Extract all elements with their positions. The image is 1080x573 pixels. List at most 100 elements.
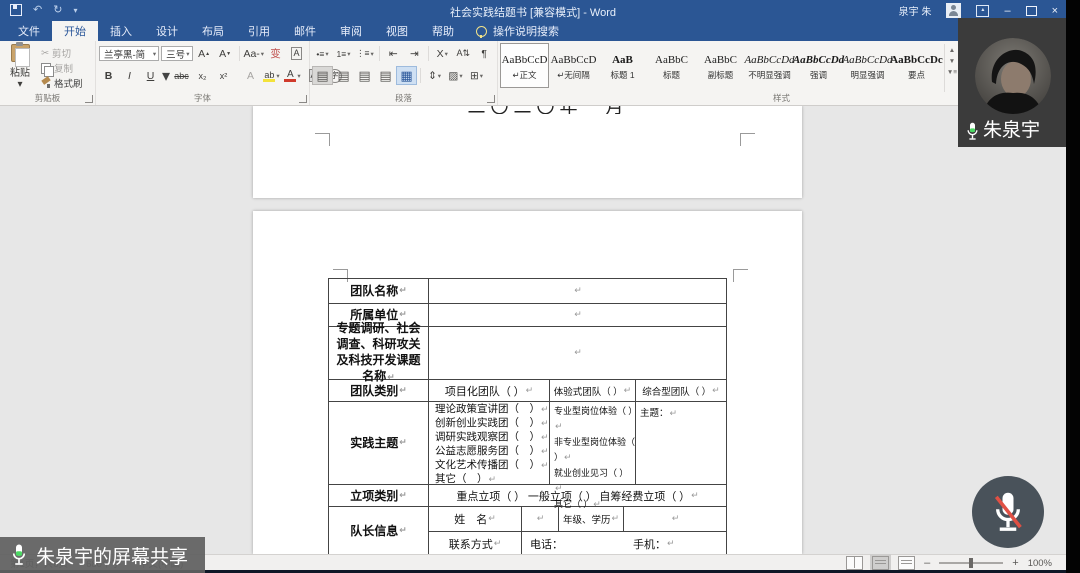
tab-view[interactable]: 视图: [374, 21, 420, 41]
style-heading1[interactable]: AaB 标题 1: [599, 44, 646, 87]
style-subtitle[interactable]: AaBbC 副标题: [697, 44, 744, 87]
document-area[interactable]: 二〇二〇年 月 团队名称↵ ↵ 所属单位↵ ↵: [0, 106, 1066, 554]
team-type-comprehensive-cell[interactable]: 综合型团队（ ）↵: [635, 380, 726, 401]
character-border-button[interactable]: A: [287, 45, 306, 62]
phonetic-guide-button[interactable]: 变: [266, 45, 285, 62]
style-subtle-emphasis[interactable]: AaBbCcDd 不明显强调: [746, 44, 793, 87]
underline-button[interactable]: U: [141, 67, 160, 84]
undo-icon[interactable]: ↶: [33, 4, 42, 16]
line-spacing-button[interactable]: ⇕▾: [425, 67, 444, 84]
tell-me-search[interactable]: 操作说明搜索: [466, 21, 569, 41]
zoom-slider-thumb[interactable]: [969, 558, 973, 568]
tab-insert[interactable]: 插入: [98, 21, 144, 41]
grow-font-button[interactable]: A▲: [195, 45, 214, 62]
distributed-button[interactable]: ▦: [397, 67, 416, 84]
ribbon-display-options-icon[interactable]: ▴: [976, 5, 989, 17]
increase-indent-button[interactable]: ⇥: [405, 45, 424, 62]
leader-name-value-cell[interactable]: ↵: [521, 507, 558, 531]
show-hide-marks-button[interactable]: ¶: [475, 45, 494, 62]
tab-file[interactable]: 文件: [6, 21, 52, 41]
bullets-button[interactable]: •≡▾: [313, 45, 332, 62]
font-color-button[interactable]: A ▾: [283, 67, 302, 84]
borders-button[interactable]: ⊞▾: [467, 67, 486, 84]
unit-cell[interactable]: ↵: [429, 304, 726, 326]
document-page-1[interactable]: 二〇二〇年 月: [253, 106, 802, 198]
tab-home[interactable]: 开始: [52, 21, 98, 41]
bold-button[interactable]: B: [99, 67, 118, 84]
practice-theme-jobs-cell[interactable]: 专业型岗位体验（ ）↵ 非专业型岗位体验（ ）↵ 就业创业见习（ ）↵ 其它（ …: [549, 402, 635, 484]
decrease-indent-button[interactable]: ⇤: [384, 45, 403, 62]
read-mode-button[interactable]: [846, 556, 863, 570]
multilevel-list-button[interactable]: ⋮≡▾: [355, 45, 375, 62]
style-strong[interactable]: AaBbCcDc 要点: [893, 44, 940, 87]
font-size-combobox[interactable]: 三号 ▾: [161, 46, 192, 61]
zoom-level[interactable]: 100%: [1028, 558, 1052, 569]
underline-dropdown-icon[interactable]: ▾: [162, 66, 170, 86]
restore-button[interactable]: [1026, 6, 1037, 16]
leader-contact-value-cell[interactable]: 电话： 手机：↵: [521, 532, 726, 554]
font-name-combobox[interactable]: 兰亭黑-简 ▾: [99, 46, 159, 61]
styles-scroll-down-icon[interactable]: ▼: [949, 58, 955, 65]
align-right-button[interactable]: ▤: [355, 67, 374, 84]
subscript-button[interactable]: x₂: [193, 67, 212, 84]
project-info-table[interactable]: 团队名称↵ ↵ 所属单位↵ ↵ 专题调研、社会调查、科研攻关及科技开发课题名称↵…: [328, 278, 727, 554]
text-effects-button[interactable]: A: [241, 67, 260, 84]
tab-review[interactable]: 审阅: [328, 21, 374, 41]
paragraph-dialog-launcher[interactable]: [487, 95, 495, 103]
minimize-button[interactable]: –: [1004, 4, 1010, 18]
print-layout-button[interactable]: [872, 556, 889, 570]
save-icon[interactable]: [10, 4, 22, 16]
team-type-project-cell[interactable]: 项目化团队（ ）↵: [429, 380, 549, 401]
web-layout-button[interactable]: [898, 556, 915, 570]
zoom-out-button[interactable]: –: [924, 557, 930, 569]
practice-theme-subject-cell[interactable]: 主题：↵: [635, 402, 726, 484]
microphone-mute-button[interactable]: [972, 476, 1044, 548]
repeat-icon[interactable]: ↻: [53, 4, 62, 16]
align-center-button[interactable]: ▤: [334, 67, 353, 84]
justify-button[interactable]: ▤: [376, 67, 395, 84]
leader-grade-value-cell[interactable]: ↵: [623, 507, 726, 531]
align-left-button[interactable]: ▤: [313, 67, 332, 84]
italic-button[interactable]: I: [120, 67, 139, 84]
account-name[interactable]: 泉宇 朱: [899, 3, 932, 18]
zoom-slider[interactable]: [939, 562, 1003, 564]
clipboard-dialog-launcher[interactable]: [85, 95, 93, 103]
document-page-2[interactable]: 团队名称↵ ↵ 所属单位↵ ↵ 专题调研、社会调查、科研攻关及科技开发课题名称↵…: [253, 211, 802, 554]
style-intense-emphasis[interactable]: AaBbCcDd 明显强调: [844, 44, 891, 87]
tab-design[interactable]: 设计: [144, 21, 190, 41]
shading-button[interactable]: ▨▾: [446, 67, 465, 84]
topic-name-cell[interactable]: ↵: [429, 327, 726, 379]
paste-button[interactable]: 粘贴 ▾: [3, 44, 37, 90]
zoom-in-button[interactable]: +: [1012, 557, 1018, 569]
cut-button[interactable]: ✂ 剪切: [41, 46, 83, 60]
asian-layout-button[interactable]: X▾: [433, 45, 452, 62]
format-painter-button[interactable]: 格式刷: [41, 76, 83, 90]
style-normal[interactable]: AaBbCcD ↵正文: [501, 44, 548, 87]
paste-dropdown-icon[interactable]: ▾: [17, 79, 22, 90]
font-dialog-launcher[interactable]: [299, 95, 307, 103]
webcam-panel[interactable]: 朱泉宇: [958, 18, 1066, 147]
team-name-cell[interactable]: ↵: [429, 279, 726, 303]
highlight-color-button[interactable]: ab ▾: [262, 67, 281, 84]
screen-share-toast[interactable]: 朱泉宇的屏幕共享: [0, 537, 205, 573]
project-category-cell[interactable]: 重点立项（ ） 一般立项（ ） 自筹经费立项（ ）↵: [429, 485, 726, 506]
style-emphasis[interactable]: AaBbCcDd 强调: [795, 44, 842, 87]
style-title[interactable]: AaBbC 标题: [648, 44, 695, 87]
numbering-button[interactable]: 1≡▾: [334, 45, 353, 62]
change-case-button[interactable]: Aa-▾: [243, 45, 264, 62]
quick-access-more-icon[interactable]: ▾: [73, 6, 77, 15]
copy-button[interactable]: 复制: [41, 61, 83, 75]
sort-button[interactable]: A⇅: [454, 45, 473, 62]
tab-layout[interactable]: 布局: [190, 21, 236, 41]
tab-references[interactable]: 引用: [236, 21, 282, 41]
practice-theme-list-cell[interactable]: 理论政策宣讲团（ ）↵ 创新创业实践团（ ）↵ 调研实践观察团（ ）↵ 公益志愿…: [429, 402, 549, 484]
shrink-font-button[interactable]: A▼: [216, 45, 235, 62]
tab-help[interactable]: 帮助: [420, 21, 466, 41]
style-no-spacing[interactable]: AaBbCcD ↵无间隔: [550, 44, 597, 87]
account-avatar[interactable]: [946, 3, 961, 18]
team-type-experience-cell[interactable]: 体验式团队（ ）↵: [549, 380, 635, 401]
strikethrough-button[interactable]: abc: [172, 67, 191, 84]
styles-more-icon[interactable]: ▼≡: [947, 69, 957, 76]
styles-scroll-up-icon[interactable]: ▲: [949, 47, 955, 54]
tab-mailings[interactable]: 邮件: [282, 21, 328, 41]
